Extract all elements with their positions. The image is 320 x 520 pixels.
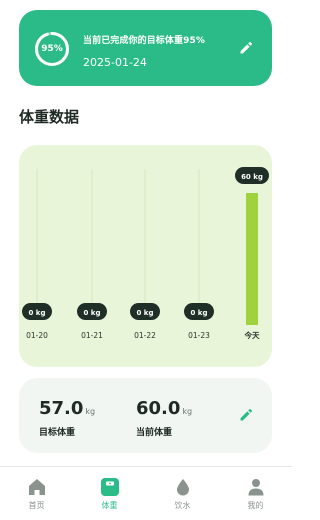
target-weight-label: 目标体重 [39, 428, 76, 438]
section-title: 体重数据 [19, 108, 80, 126]
progress-percent: 95% [41, 44, 63, 54]
weight-stats-card: 57.0 kg 目标体重 60.0 kg 当前体重 [19, 378, 272, 453]
nav-label-weight: 体重 [101, 501, 118, 510]
tick-label-1: 01-21 [81, 331, 103, 340]
nav-label-home: 首页 [28, 501, 45, 510]
current-weight-value: 60.0 [136, 398, 181, 419]
tick-label-3: 01-23 [188, 331, 210, 340]
tick-label-2: 01-22 [134, 331, 156, 340]
data-label-1: 0 kg [84, 309, 101, 317]
nav-item-profile[interactable]: 我的 [219, 467, 292, 520]
current-weight-unit: kg [182, 407, 193, 416]
nav-item-home[interactable]: 首页 [0, 467, 73, 520]
target-weight-unit: kg [85, 407, 96, 416]
current-weight-stat: 60.0 kg 当前体重 [136, 398, 192, 438]
current-weight-label: 当前体重 [136, 428, 173, 438]
nav-item-water[interactable]: 饮水 [146, 467, 219, 520]
home-icon [28, 479, 45, 495]
nav-item-weight[interactable]: 体重 [73, 467, 146, 520]
pencil-icon[interactable] [238, 40, 254, 56]
data-label-3: 0 kg [191, 309, 208, 317]
target-weight-stat: 57.0 kg 目标体重 [39, 398, 95, 438]
nav-label-profile: 我的 [247, 501, 264, 510]
data-label-4: 60 kg [241, 173, 263, 181]
person-icon [248, 479, 263, 496]
tick-label-0: 01-20 [26, 331, 48, 340]
nav-label-water: 饮水 [174, 501, 191, 510]
target-weight-value: 57.0 [39, 398, 84, 419]
pencil-icon[interactable] [238, 407, 254, 423]
water-drop-icon [176, 479, 189, 496]
tick-label-4: 今天 [244, 330, 260, 340]
scale-icon [100, 478, 119, 496]
weight-page: 95% 当前已完成你的目标体重95% 2025-01-24 体重数据 0 kg 0… [0, 0, 292, 520]
data-label-2: 0 kg [137, 309, 154, 317]
goal-date: 2025-01-24 [83, 56, 147, 69]
bottom-nav: 首页 体重 饮水 我的 [0, 466, 292, 520]
weight-chart-card: 0 kg 01-20 0 kg 01-21 0 kg 01-22 0 kg 01-23 60 k… [19, 145, 272, 367]
data-label-0: 0 kg [29, 309, 46, 317]
goal-message: 当前已完成你的目标体重95% [83, 36, 205, 46]
bar-4 [246, 193, 258, 325]
goal-progress-card: 95% 当前已完成你的目标体重95% 2025-01-24 [19, 10, 272, 86]
weight-bar-chart: 0 kg 01-20 0 kg 01-21 0 kg 01-22 0 kg 01-23 60 k… [22, 167, 269, 340]
